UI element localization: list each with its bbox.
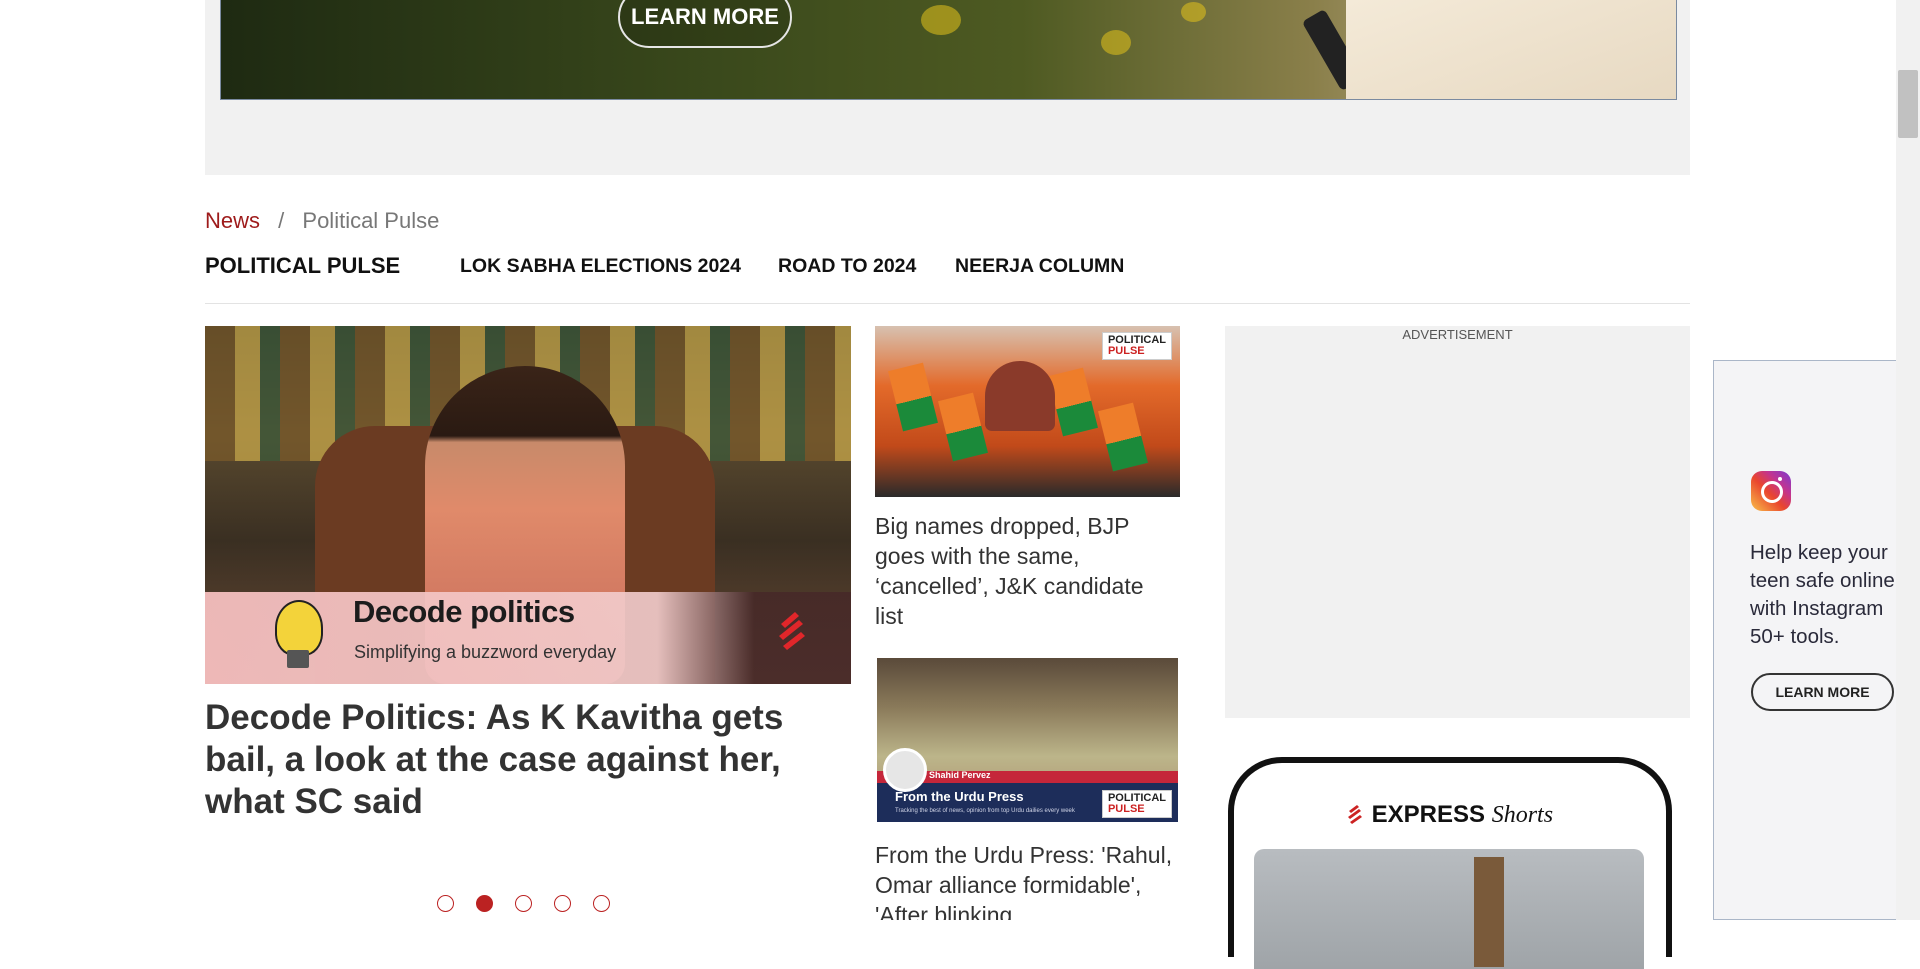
ad-decor [1101,30,1131,55]
avatar [883,748,927,792]
express-shorts-widget[interactable]: EXPRESS Shorts [1228,757,1672,969]
instagram-ad-text: Help keep your teen safe online with Ins… [1750,539,1897,651]
carousel-dot[interactable] [437,895,454,912]
advertisement-label: ADVERTISEMENT [1402,327,1513,342]
decode-title: Decode politics [353,594,575,629]
breadcrumb: News / Political Pulse [205,208,439,234]
ad-decor [921,5,961,35]
express-shorts-logo: EXPRESS Shorts [1234,801,1666,829]
ad-text-line: Help keep your [1750,541,1888,564]
breadcrumb-news-link[interactable]: News [205,208,260,233]
ad-decor [1181,2,1206,22]
carousel-dot[interactable] [554,895,571,912]
scrollbar-thumb[interactable] [1898,70,1918,138]
shorts-thumbnail[interactable] [1254,849,1644,969]
breadcrumb-current: Political Pulse [302,208,440,233]
series-title: From the Urdu Press [895,789,1024,804]
story-card-image-urdu-press[interactable]: Shahid Pervez From the Urdu Press Tracki… [877,658,1178,822]
ad-person-image [1346,0,1676,99]
breadcrumb-separator: / [278,208,285,233]
ad-text-line: 50+ tools. [1750,625,1840,648]
top-ad-banner[interactable]: LEARN MORE [220,0,1677,100]
nav-item-road-to-2024[interactable]: ROAD TO 2024 [778,255,916,278]
decode-politics-band: Decode politics Simplifying a buzzword e… [205,592,851,684]
nav-item-neerja-column[interactable]: NEERJA COLUMN [955,255,1124,278]
lightbulb-icon [275,600,323,656]
series-subtitle: Tracking the best of news, opinion from … [895,808,1075,814]
decode-subtitle: Simplifying a buzzword everyday [354,642,617,662]
flag-shape [888,362,938,432]
political-pulse-badge: POLITICAL PULSE [1101,332,1172,360]
badge-line2: PULSE [1107,345,1145,357]
instagram-learn-more-button[interactable]: LEARN MORE [1751,673,1894,711]
brand-bold: EXPRESS [1371,801,1486,828]
flag-shape [938,392,988,462]
carousel-dot-active[interactable] [476,895,493,912]
main-story-headline[interactable]: Decode Politics: As K Kavitha gets bail,… [205,697,825,823]
brand-italic: Shorts [1491,802,1554,828]
learn-more-button[interactable]: LEARN MORE [618,0,792,48]
advertisement-box[interactable]: ADVERTISEMENT [1225,326,1690,718]
story-card-image-bjp[interactable]: POLITICAL PULSE [875,326,1180,497]
carousel-dot[interactable] [593,895,610,912]
carousel-dot[interactable] [515,895,532,912]
lotus-symbol [985,361,1055,431]
express-logo-icon [779,612,805,650]
author-name: Shahid Pervez [929,770,991,780]
lightbulb-base [287,650,309,668]
political-pulse-badge: POLITICAL PULSE [1101,790,1172,818]
story-card-headline[interactable]: From the Urdu Press: 'Rahul, Omar allian… [875,840,1175,920]
ad-text-line: teen safe online [1750,569,1895,592]
top-ad-container: LEARN MORE [205,0,1690,175]
flag-shape [1098,402,1148,472]
scrollbar-track[interactable] [1896,0,1920,920]
express-logo-icon [1347,805,1362,824]
section-title[interactable]: POLITICAL PULSE [205,253,400,279]
main-story-image[interactable]: Decode politics Simplifying a buzzword e… [205,326,851,684]
instagram-icon [1751,471,1791,511]
flag-shape [1048,367,1098,437]
section-nav: POLITICAL PULSE LOK SABHA ELECTIONS 2024… [205,253,1690,304]
story-card-headline[interactable]: Big names dropped, BJP goes with the sam… [875,511,1175,631]
nav-item-lok-sabha[interactable]: LOK SABHA ELECTIONS 2024 [460,255,741,278]
instagram-ad[interactable]: Help keep your teen safe online with Ins… [1713,360,1896,920]
page: LEARN MORE News / Political Pulse POLITI… [0,0,1896,969]
structure-shape [1474,857,1504,967]
badge-line2: PULSE [1107,803,1145,815]
ad-text-line: with Instagram [1750,597,1884,620]
